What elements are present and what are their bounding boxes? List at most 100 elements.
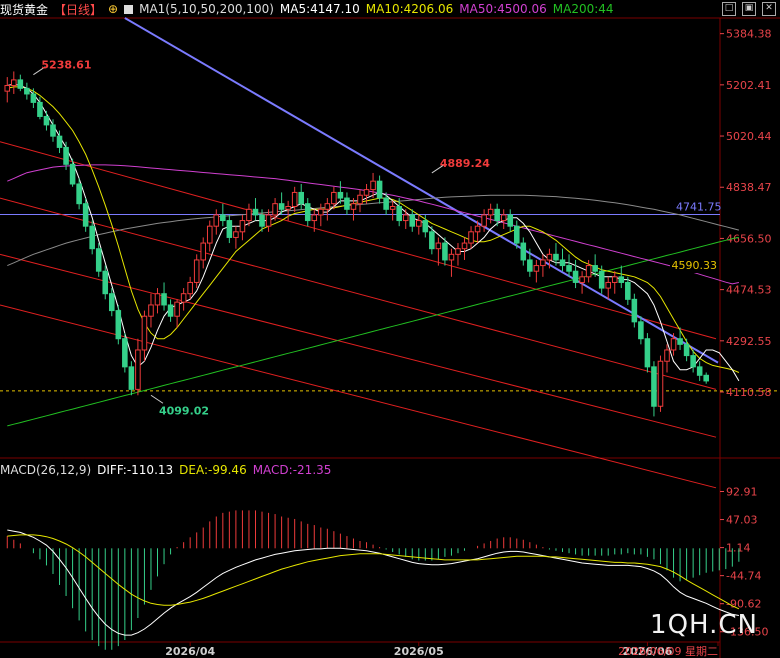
candle-body [494,208,500,222]
candle-body [461,242,468,250]
candle-body [148,304,154,317]
candle-body [585,265,592,278]
candle-body [474,225,481,233]
maximize-icon[interactable]: ▣ [742,2,756,16]
candle-body [161,293,167,306]
candle-body [683,343,690,357]
candle-body [311,214,318,222]
price-panel-header: 现货黄金 【日线】 ⊕ MA1(5,10,50,200,100) MA5:414… [0,0,780,18]
candle-body [416,220,422,227]
candle-body [246,208,252,222]
candle-body [409,214,416,227]
candle-body [141,315,148,351]
chart-canvas: 5384.385202.415020.444838.474656.504474.… [0,17,780,658]
candle-body [63,146,69,165]
price-tick-label: 5384.38 [726,28,772,41]
macd-tick-label: 47.03 [726,514,758,527]
candle-body [174,301,180,317]
candle-body [95,248,102,272]
candle-body [337,191,344,199]
candle-body [468,231,474,244]
candle-body [239,220,246,233]
candle-body [422,220,429,233]
ma200-value: MA200:44 [552,2,614,16]
candle-body [625,281,631,300]
candle-body [226,220,233,238]
candle-body [598,270,605,289]
candle-body [370,180,376,191]
candle-body [533,265,540,272]
candle-body [187,281,193,295]
candle-body [396,205,402,222]
candle-body [50,124,56,137]
candle-body [69,163,76,185]
candle-body [481,214,487,227]
candle-body [285,205,291,210]
indicator-toggle-icon[interactable] [124,4,134,14]
time-tick-label: 2026/05 [394,645,444,658]
price-tick-label: 5020.44 [726,130,772,143]
instrument-name[interactable]: 现货黄金 [0,1,48,18]
candle-body [402,214,409,222]
candle-body [527,259,533,272]
candle-body [331,191,337,205]
candle-body [324,203,331,210]
time-tick-label: 2026/04 [165,645,215,658]
candle-body [696,366,703,376]
ma5-value: MA5:4147.10 [279,2,360,16]
candle-body [455,248,461,255]
candle-body [318,208,324,216]
horizontal-level-label: 4741.75 [676,200,722,213]
price-tick-label: 4474.53 [726,284,772,297]
candle-body [24,87,30,95]
candle-body [670,338,677,351]
price-tick-label: 4110.58 [726,386,772,399]
candle-body [500,214,507,222]
candle-body [664,349,670,362]
candle-body [546,253,553,261]
macd-tick-label: -44.74 [726,570,761,583]
candle-body [108,293,115,312]
candle-body [82,203,89,227]
macd-label[interactable]: MACD(26,12,9) [0,463,91,477]
macd-tick-label: -90.62 [726,598,761,611]
macd-diff: DIFF:-110.13 [97,463,174,477]
period-label[interactable]: 【日线】 [54,1,102,18]
time-tick-label: 2026/06/09 星期二 [618,645,718,658]
candle-body [507,214,514,227]
candle-body [154,293,161,306]
candle-body [487,208,494,216]
candle-body [611,276,618,283]
candle-body [278,203,285,210]
candle-body [17,79,24,89]
ma10-value: MA10:4206.06 [365,2,454,16]
candle-body [259,214,265,227]
annotation-label: 4889.24 [440,157,490,170]
candle-body [703,374,709,382]
annotation-label: 4099.02 [159,404,209,417]
window-controls: □ ▣ ✕ [718,0,780,18]
candle-body [605,281,612,289]
price-tick-label: 4838.47 [726,181,772,194]
restore-icon[interactable]: □ [722,2,736,16]
candle-body [579,276,585,283]
candle-body [4,85,11,92]
candle-body [657,360,664,407]
ma50-value: MA50:4500.06 [459,2,547,16]
candle-body [389,205,396,210]
add-indicator-icon[interactable]: ⊕ [108,2,118,16]
close-icon[interactable]: ✕ [762,2,776,16]
candle-body [291,191,298,207]
candle-body [272,203,278,216]
candle-body [304,203,311,222]
candle-body [37,101,43,117]
candle-body [435,242,442,250]
price-tick-label: 4292.55 [726,335,772,348]
ma-label[interactable]: MA1(5,10,50,200,100) [139,2,274,16]
candle-body [135,349,141,390]
candle-body [89,225,95,250]
candle-body [265,214,272,227]
annotation-pointer [150,394,164,404]
macd-tick-label: 92.91 [726,486,758,499]
macd-tick-label: 1.14 [726,542,751,555]
